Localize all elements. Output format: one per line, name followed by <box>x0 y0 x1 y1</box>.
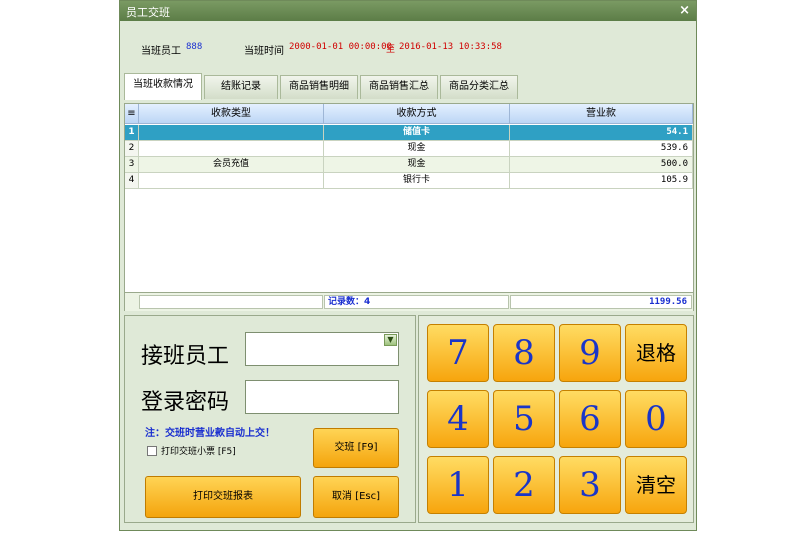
cell-amount: 105.9 <box>510 173 693 189</box>
current-employee-label: 当班员工 <box>141 46 181 57</box>
key-4[interactable]: 4 <box>427 390 489 448</box>
cell-amount: 500.0 <box>510 157 693 173</box>
row-number: 4 <box>125 173 139 189</box>
row-number: 1 <box>125 125 139 141</box>
cell-method: 现金 <box>324 157 510 173</box>
key-9[interactable]: 9 <box>559 324 621 382</box>
key-2[interactable]: 2 <box>493 456 555 514</box>
tab-sales-detail[interactable]: 商品销售明细 <box>280 75 358 99</box>
key-1[interactable]: 1 <box>427 456 489 514</box>
cell-type <box>139 141 324 157</box>
record-count: 记录数：4 <box>324 295 509 309</box>
cell-amount: 539.6 <box>510 141 693 157</box>
key-8[interactable]: 8 <box>493 324 555 382</box>
title-bar: 员工交班 × <box>120 1 696 21</box>
shift-end-time: 2016-01-13 10:33:58 <box>399 42 502 52</box>
cell-type: 会员充值 <box>139 157 324 173</box>
print-ticket-label: 打印交班小票 [F5] <box>161 447 236 457</box>
handover-button[interactable]: 交班 [F9] <box>313 428 399 468</box>
shift-time-separator: 至 <box>386 45 396 55</box>
window-title: 员工交班 <box>126 6 170 19</box>
row-number: 2 <box>125 141 139 157</box>
key-0[interactable]: 0 <box>625 390 687 448</box>
print-ticket-checkbox[interactable] <box>147 446 157 456</box>
cell-type <box>139 125 324 141</box>
cell-type <box>139 173 324 189</box>
table-row[interactable]: 1 储值卡 54.1 <box>125 125 693 141</box>
handover-note: 注：交班时营业款自动上交！ <box>145 428 275 439</box>
clear-key[interactable]: 清空 <box>625 456 687 514</box>
cancel-button[interactable]: 取消 [Esc] <box>313 476 399 518</box>
column-header-amount[interactable]: 营业款 <box>510 104 693 124</box>
key-6[interactable]: 6 <box>559 390 621 448</box>
table-row[interactable]: 4 银行卡 105.9 <box>125 173 693 189</box>
column-header-type[interactable]: 收款类型 <box>139 104 324 124</box>
column-header-method[interactable]: 收款方式 <box>324 104 510 124</box>
numeric-keypad: 7 8 9 退格 4 5 6 0 1 2 3 清空 <box>418 315 694 523</box>
close-icon[interactable]: × <box>679 3 690 18</box>
footer-empty-cell <box>139 295 323 309</box>
cell-amount: 54.1 <box>510 125 693 141</box>
print-report-button[interactable]: 打印交班报表 <box>145 476 301 518</box>
key-3[interactable]: 3 <box>559 456 621 514</box>
tab-category-summary[interactable]: 商品分类汇总 <box>440 75 518 99</box>
total-amount: 1199.56 <box>510 295 692 309</box>
cell-method: 储值卡 <box>324 125 510 141</box>
key-5[interactable]: 5 <box>493 390 555 448</box>
next-employee-label: 接班员工 <box>141 344 230 369</box>
current-employee-value: 888 <box>186 42 203 52</box>
chevron-down-icon[interactable]: ▼ <box>384 334 397 346</box>
password-label: 登录密码 <box>141 390 230 415</box>
tab-sales-summary[interactable]: 商品销售汇总 <box>360 75 438 99</box>
handover-form: 接班员工 ▼ 登录密码 注：交班时营业款自动上交！ 打印交班小票 [F5] 交班… <box>124 315 416 523</box>
backspace-key[interactable]: 退格 <box>625 324 687 382</box>
shift-info-bar: 当班员工 888 当班时间 2000-01-01 00:00:00 至 2016… <box>120 21 696 69</box>
shift-time-label: 当班时间 <box>244 46 284 57</box>
tab-strip: 当班收款情况 结账记录 商品销售明细 商品销售汇总 商品分类汇总 <box>120 73 696 100</box>
password-field[interactable] <box>245 380 399 414</box>
tab-shift-receipts[interactable]: 当班收款情况 <box>124 73 202 100</box>
handover-window: 员工交班 × 当班员工 888 当班时间 2000-01-01 00:00:00… <box>119 0 697 531</box>
row-number: 3 <box>125 157 139 173</box>
table-row[interactable]: 3 会员充值 现金 500.0 <box>125 157 693 173</box>
table-footer: 记录数：4 1199.56 <box>125 292 693 311</box>
key-7[interactable]: 7 <box>427 324 489 382</box>
shift-start-time: 2000-01-01 00:00:00 <box>289 42 392 52</box>
receipts-table[interactable]: ≡ 收款类型 收款方式 营业款 1 储值卡 54.1 2 现金 539.6 3 … <box>124 103 694 311</box>
cell-method: 银行卡 <box>324 173 510 189</box>
tab-checkout-records[interactable]: 结账记录 <box>204 75 278 99</box>
next-employee-select[interactable]: ▼ <box>245 332 399 366</box>
table-row[interactable]: 2 现金 539.6 <box>125 141 693 157</box>
cell-method: 现金 <box>324 141 510 157</box>
table-corner-icon: ≡ <box>125 104 139 124</box>
